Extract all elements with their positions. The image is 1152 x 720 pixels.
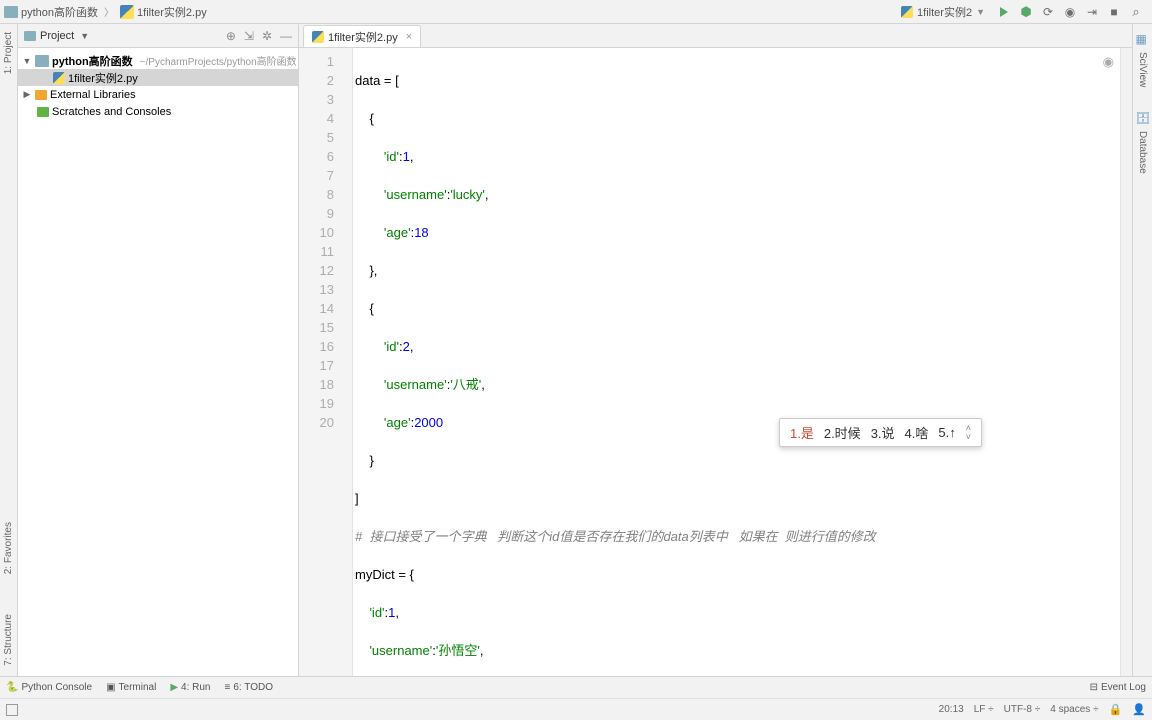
project-toolbar: ⊕ ⇲ ✲ — [226,29,292,43]
dropdown-icon: ▼ [976,7,985,17]
structure-tool-button[interactable]: 7: Structure [3,614,14,666]
project-header: Project ▼ ⊕ ⇲ ✲ — [18,24,298,48]
file-encoding[interactable]: UTF-8 ÷ [1004,704,1041,715]
library-icon [35,90,47,100]
event-log-button[interactable]: ⊟Event Log [1090,682,1146,693]
reader-mode-icon[interactable]: ◉ [1103,52,1114,71]
python-console-button[interactable]: 🐍Python Console [6,682,92,693]
ime-candidate-5[interactable]: 5.↑ [938,425,955,440]
editor-area: 1filter实例2.py × 123456789101112131415161… [299,24,1132,696]
sciview-icon[interactable]: ▦ [1136,32,1150,46]
run-configuration-selector[interactable]: 1filter实例2 ▼ [896,2,990,22]
bottom-tool-buttons: 🐍Python Console ▣Terminal ▶4: Run ≡6: TO… [0,676,1152,698]
profile-button[interactable]: ◉ [1062,4,1078,20]
ime-candidate-4[interactable]: 4.啥 [905,423,929,442]
project-tool-button[interactable]: 1: Project [3,32,14,74]
terminal-button[interactable]: ▣Terminal [106,682,156,693]
line-number-gutter: 1234567891011121314151617181920 [299,48,353,696]
code-area[interactable]: data = [ { 'id':1, 'username':'lucky', '… [353,48,1120,696]
settings-icon[interactable]: ✲ [262,29,272,43]
tree-root[interactable]: python高阶函数 ~/PycharmProjects/python高阶函数 [18,52,298,69]
read-only-icon[interactable]: 🔒 [1109,703,1123,716]
editor-content[interactable]: 1234567891011121314151617181920 data = [… [299,48,1132,696]
top-navigation-bar: python高阶函数 〉 1filter实例2.py 1filter实例2 ▼ … [0,0,1152,24]
tree-file-item[interactable]: 1filter实例2.py [18,69,298,86]
editor-tab-label: 1filter实例2.py [328,29,398,45]
left-tool-rail: 1: Project 2: Favorites 7: Structure [0,24,18,696]
run-button[interactable] [996,4,1012,20]
tree-file-label: 1filter实例2.py [68,70,138,86]
ime-candidate-2[interactable]: 2.时候 [824,423,861,442]
indent-settings[interactable]: 4 spaces ÷ [1050,704,1098,715]
chevron-down-icon[interactable]: ˅ [966,433,971,442]
project-tree[interactable]: python高阶函数 ~/PycharmProjects/python高阶函数 … [18,48,298,124]
breadcrumb: python高阶函数 〉 1filter实例2.py [4,4,896,20]
tree-external-label: External Libraries [50,89,136,101]
sciview-tool-button[interactable]: SciView [1137,52,1148,87]
status-bar: 20:13 LF ÷ UTF-8 ÷ 4 spaces ÷ 🔒 👤 [0,698,1152,720]
ime-candidate-1[interactable]: 1.是 [790,423,814,442]
run-config-label: 1filter实例2 [917,4,972,20]
breadcrumb-project-label: python高阶函数 [21,4,98,20]
caret-position[interactable]: 20:13 [939,704,964,715]
project-tool-window: Project ▼ ⊕ ⇲ ✲ — python高阶函数 ~/PycharmPr… [18,24,299,696]
chevron-right-icon: 〉 [104,4,114,19]
play-icon [1000,7,1008,17]
scratches-icon [37,107,49,117]
folder-icon [24,31,36,41]
close-tab-icon[interactable]: × [406,31,412,43]
tree-root-path: ~/PycharmProjects/python高阶函数 [140,53,297,68]
editor-tab-active[interactable]: 1filter实例2.py × [303,25,421,47]
chevron-down-icon: ▼ [80,31,89,41]
toolbar-right: 1filter实例2 ▼ ⬢ ⟳ ◉ ⇥ ■ ⌕ [896,2,1148,22]
line-separator[interactable]: LF ÷ [974,704,994,715]
terminal-icon: ▣ [106,682,115,693]
python-file-icon [53,72,65,84]
tree-scratches[interactable]: Scratches and Consoles [18,103,298,120]
breadcrumb-file-label: 1filter实例2.py [137,4,207,20]
ime-pager[interactable]: ˄˅ [966,424,971,442]
database-tool-button[interactable]: Database [1137,131,1148,174]
editor-tabs: 1filter实例2.py × [299,24,1132,48]
debug-button[interactable]: ⬢ [1018,4,1034,20]
database-icon[interactable]: 🗄 [1136,111,1150,125]
attach-button[interactable]: ⇥ [1084,4,1100,20]
todo-button[interactable]: ≡6: TODO [224,682,273,693]
right-tool-rail: ▦ SciView 🗄 Database [1132,24,1152,696]
ime-candidate-popup[interactable]: 1.是 2.时候 3.说 4.啥 5.↑ ˄˅ [779,418,982,447]
folder-icon [35,55,49,67]
python-file-icon [312,31,324,43]
python-file-icon [120,5,134,19]
hide-icon[interactable]: — [280,29,292,43]
tool-windows-icon[interactable] [6,704,18,716]
breadcrumb-file[interactable]: 1filter实例2.py [120,4,207,20]
tree-external-libraries[interactable]: External Libraries [18,86,298,103]
favorites-tool-button[interactable]: 2: Favorites [3,522,14,574]
memory-indicator-icon[interactable]: 👤 [1132,703,1146,716]
tree-root-label: python高阶函数 [52,53,133,69]
python-file-icon [901,6,913,18]
ime-candidate-3[interactable]: 3.说 [871,423,895,442]
stop-button[interactable]: ■ [1106,4,1122,20]
expand-arrow-icon[interactable] [22,89,32,100]
project-header-label: Project [40,30,74,42]
python-console-icon: 🐍 [6,682,18,693]
locate-icon[interactable]: ⊕ [226,29,236,43]
main-area: 1: Project 2: Favorites 7: Structure Pro… [0,24,1152,696]
event-log-icon: ⊟ [1090,682,1098,693]
search-button[interactable]: ⌕ [1128,4,1144,20]
collapse-icon[interactable]: ⇲ [244,29,254,43]
expand-arrow-icon[interactable] [22,56,32,66]
editor-scrollbar[interactable] [1120,48,1132,696]
tree-scratches-label: Scratches and Consoles [52,106,171,118]
play-icon: ▶ [170,682,178,693]
folder-icon [4,6,18,18]
todo-icon: ≡ [224,682,230,693]
run-tool-button[interactable]: ▶4: Run [170,682,210,693]
breadcrumb-project[interactable]: python高阶函数 [4,4,98,20]
project-view-selector[interactable]: Project ▼ [24,30,226,42]
run-with-coverage-button[interactable]: ⟳ [1040,4,1056,20]
